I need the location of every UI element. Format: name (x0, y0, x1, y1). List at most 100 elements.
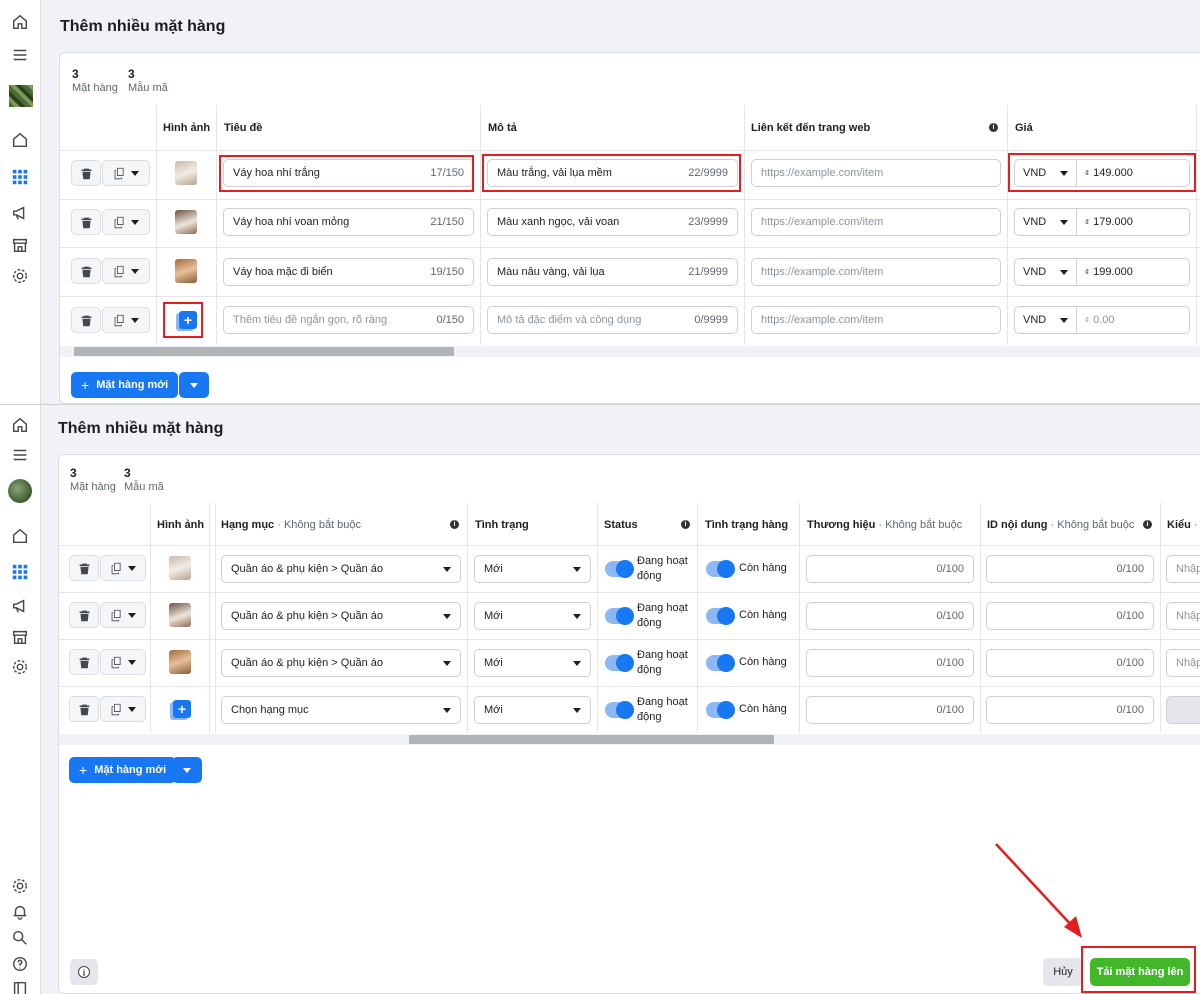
delete-row-button[interactable] (71, 307, 101, 333)
link-input[interactable]: https://example.com/item (751, 159, 1001, 187)
category-select[interactable]: Chọn hạng mục (221, 696, 461, 724)
info-icon[interactable]: i (1143, 520, 1152, 529)
bell-icon[interactable] (10, 902, 30, 922)
page-avatar[interactable] (9, 85, 33, 107)
delete-row-button[interactable] (69, 649, 99, 675)
new-item-button[interactable]: + Mặt hàng mới (69, 757, 177, 783)
duplicate-row-button[interactable] (100, 555, 146, 581)
info-icon[interactable]: i (989, 123, 998, 132)
link-input[interactable]: https://example.com/item (751, 258, 1001, 286)
status-toggle[interactable] (605, 560, 634, 578)
product-thumbnail[interactable] (175, 210, 197, 234)
horizontal-scrollbar[interactable] (59, 734, 1200, 745)
condition-select[interactable]: Mới (474, 602, 591, 630)
price-input[interactable]: VND ₫ 179.000 (1014, 208, 1190, 236)
currency-select[interactable]: VND (1015, 209, 1077, 235)
horizontal-scrollbar[interactable] (60, 346, 1200, 357)
description-input[interactable]: Mô tả đặc điểm và công dụng 0/9999 (487, 306, 738, 334)
gear-icon[interactable] (10, 876, 30, 896)
content-id-input[interactable]: 0/100 (986, 602, 1154, 630)
currency-select[interactable]: VND (1015, 307, 1077, 333)
home-icon[interactable] (10, 130, 30, 150)
help-info-button[interactable]: i (70, 959, 98, 985)
menu-icon[interactable] (10, 45, 30, 65)
content-id-input[interactable]: 0/100 (986, 649, 1154, 677)
title-input[interactable]: Váy hoa mặc đi biển 19/150 (223, 258, 474, 286)
brand-input[interactable]: 0/100 (806, 555, 974, 583)
title-input[interactable]: Váy hoa nhí voan mỏng 21/150 (223, 208, 474, 236)
cancel-button[interactable]: Hủy (1043, 958, 1083, 986)
title-input[interactable]: Thêm tiêu đề ngắn gọn, rõ ràng 0/150 (223, 306, 474, 334)
new-item-button[interactable]: + Mặt hàng mới (71, 372, 179, 398)
home-top-icon[interactable] (10, 12, 30, 32)
price-input[interactable]: VND ₫ 0.00 (1014, 306, 1190, 334)
product-thumbnail[interactable] (169, 650, 191, 674)
category-select[interactable]: Quần áo & phụ kiện > Quần áo (221, 555, 461, 583)
style-input[interactable]: Nhập (1166, 649, 1200, 677)
category-select[interactable]: Quần áo & phụ kiện > Quần áo (221, 602, 461, 630)
style-input[interactable]: Nhập (1166, 555, 1200, 583)
content-id-input[interactable]: 0/100 (986, 696, 1154, 724)
new-item-dropdown[interactable] (172, 757, 202, 783)
delete-row-button[interactable] (69, 555, 99, 581)
gear-icon[interactable] (10, 266, 30, 286)
content-id-input[interactable]: 0/100 (986, 555, 1154, 583)
grid-icon[interactable] (10, 562, 30, 582)
duplicate-row-button[interactable] (100, 602, 146, 628)
delete-row-button[interactable] (71, 209, 101, 235)
delete-row-button[interactable] (69, 602, 99, 628)
stock-toggle[interactable] (706, 654, 735, 672)
grid-icon[interactable] (10, 167, 30, 187)
search-icon[interactable] (10, 928, 30, 948)
home-top-icon[interactable] (10, 415, 30, 435)
megaphone-icon[interactable] (10, 203, 30, 223)
megaphone-icon[interactable] (10, 596, 30, 616)
style-input[interactable]: Nhập (1166, 602, 1200, 630)
stock-toggle[interactable] (706, 607, 735, 625)
store-icon[interactable] (10, 235, 30, 255)
info-icon[interactable]: i (450, 520, 459, 529)
link-input[interactable]: https://example.com/item (751, 306, 1001, 334)
product-thumbnail[interactable] (175, 161, 197, 185)
book-icon[interactable] (10, 979, 30, 994)
delete-row-button[interactable] (71, 160, 101, 186)
brand-input[interactable]: 0/100 (806, 602, 974, 630)
info-icon[interactable]: i (681, 520, 690, 529)
duplicate-row-button[interactable] (100, 649, 146, 675)
page-avatar[interactable] (8, 479, 32, 503)
delete-row-button[interactable] (69, 696, 99, 722)
duplicate-row-button[interactable] (102, 307, 150, 333)
menu-icon[interactable] (10, 445, 30, 465)
style-input[interactable] (1166, 696, 1200, 724)
product-thumbnail[interactable] (175, 259, 197, 283)
status-toggle[interactable] (605, 607, 634, 625)
duplicate-row-button[interactable] (102, 209, 150, 235)
status-toggle[interactable] (605, 654, 634, 672)
description-input[interactable]: Màu xanh ngọc, vải voan 23/9999 (487, 208, 738, 236)
brand-input[interactable]: 0/100 (806, 649, 974, 677)
product-thumbnail[interactable] (169, 603, 191, 627)
duplicate-row-button[interactable] (102, 160, 150, 186)
home-icon[interactable] (10, 526, 30, 546)
condition-select[interactable]: Mới (474, 649, 591, 677)
condition-select[interactable]: Mới (474, 696, 591, 724)
category-select[interactable]: Quần áo & phụ kiện > Quần áo (221, 649, 461, 677)
price-input[interactable]: VND ₫ 199.000 (1014, 258, 1190, 286)
duplicate-row-button[interactable] (100, 696, 146, 722)
help-icon[interactable] (10, 954, 30, 974)
delete-row-button[interactable] (71, 258, 101, 284)
gear-icon[interactable] (10, 657, 30, 677)
store-icon[interactable] (10, 627, 30, 647)
add-image-button[interactable]: + (173, 700, 191, 718)
condition-select[interactable]: Mới (474, 555, 591, 583)
currency-select[interactable]: VND (1015, 259, 1077, 285)
brand-input[interactable]: 0/100 (806, 696, 974, 724)
description-input[interactable]: Màu nâu vàng, vải lụa 21/9999 (487, 258, 738, 286)
link-input[interactable]: https://example.com/item (751, 208, 1001, 236)
new-item-dropdown[interactable] (179, 372, 209, 398)
stock-toggle[interactable] (706, 701, 735, 719)
stock-toggle[interactable] (706, 560, 735, 578)
product-thumbnail[interactable] (169, 556, 191, 580)
duplicate-row-button[interactable] (102, 258, 150, 284)
status-toggle[interactable] (605, 701, 634, 719)
